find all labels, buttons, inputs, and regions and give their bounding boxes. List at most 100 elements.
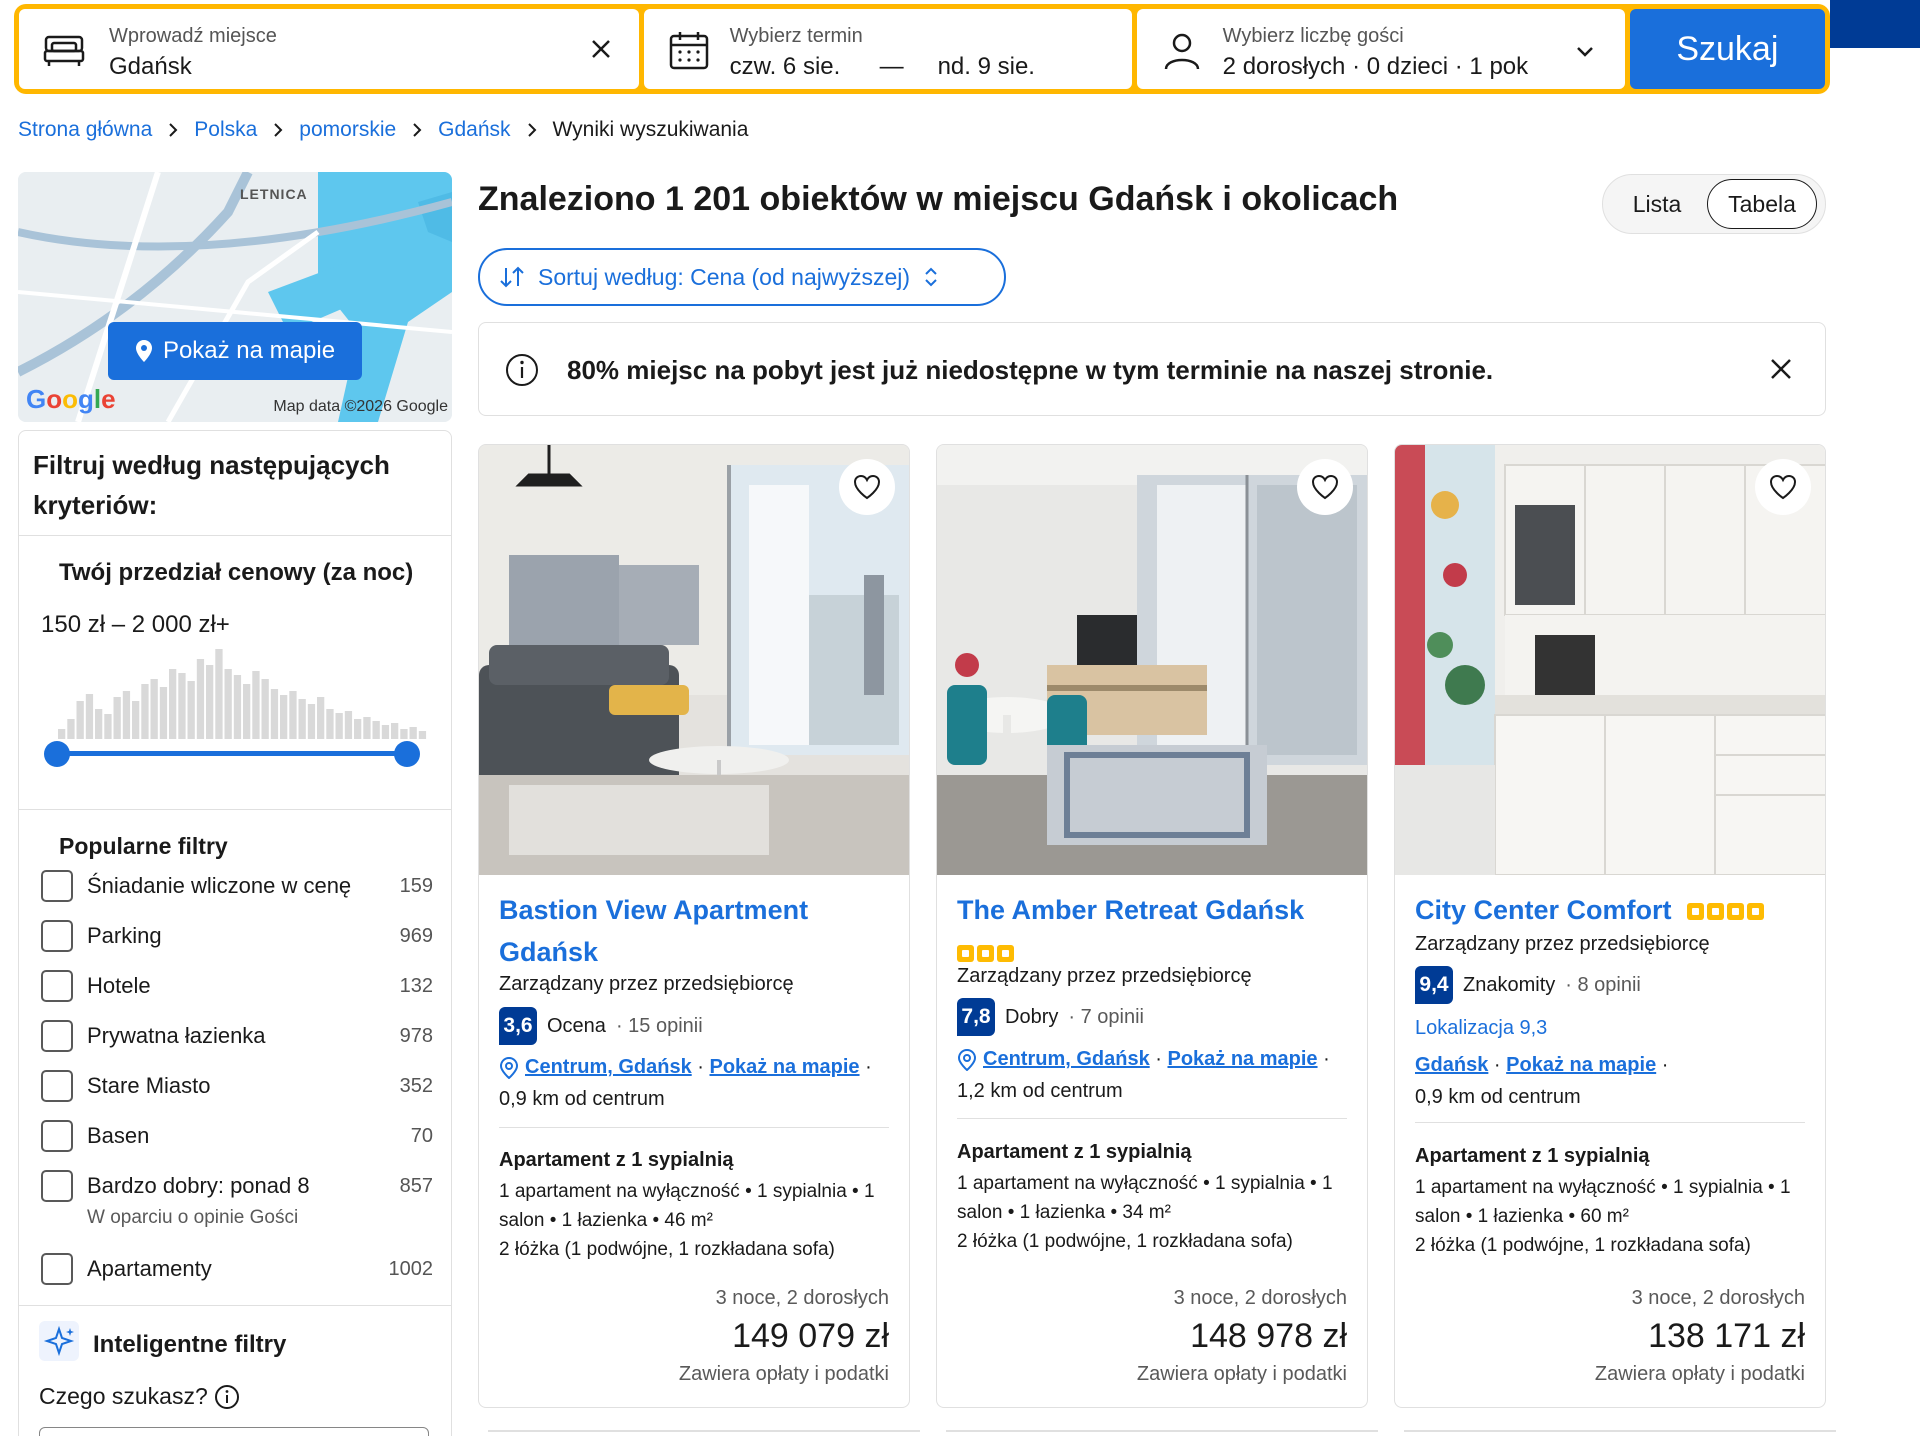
histogram-bar (76, 701, 84, 739)
checkbox[interactable] (41, 1170, 73, 1202)
breadcrumb: Strona główna Polska pomorskie Gdańsk Wy… (18, 118, 748, 142)
view-list-button[interactable]: Lista (1607, 179, 1707, 229)
location-link[interactable]: Gdańsk (1415, 1054, 1488, 1076)
view-table-button[interactable]: Tabela (1707, 179, 1817, 229)
property-card[interactable]: Bastion View Apartment Gdańsk Zarządzany… (478, 444, 910, 1408)
breadcrumb-country[interactable]: Polska (194, 118, 257, 142)
show-on-map-button[interactable]: Pokaż na mapie (108, 322, 362, 380)
checkbox[interactable] (41, 1070, 73, 1102)
bed-details: 2 łóżka (1 podwójne, 1 rozkładana sofa) (1415, 1235, 1751, 1256)
star-rating (1687, 903, 1765, 921)
breadcrumb-region[interactable]: pomorskie (299, 118, 396, 142)
review-count: · 7 opinii (1068, 1005, 1144, 1028)
guests-label: Wybierz liczbę gości (1222, 25, 1404, 47)
histogram-bar (141, 684, 149, 739)
stay-length: 3 noce, 2 dorosłych (1631, 1287, 1805, 1309)
checkbox[interactable] (41, 1253, 73, 1285)
star-rating (957, 945, 1014, 963)
calendar-icon (669, 32, 708, 70)
smart-filter-input[interactable] (39, 1427, 429, 1436)
destination-value[interactable]: Gdańsk (109, 53, 192, 81)
favorite-button[interactable] (839, 459, 895, 515)
histogram-bar (206, 665, 214, 739)
room-type: Apartament z 1 sypialnią (957, 1141, 1192, 1163)
bed-icon (43, 35, 85, 66)
filter-option[interactable]: Apartamenty 1002 (41, 1249, 433, 1289)
favorite-button[interactable] (1755, 459, 1811, 515)
sort-label: Sortuj według: Cena (od najwyższej) (538, 263, 911, 290)
histogram-bar (363, 717, 371, 739)
review-word: Znakomity (1463, 973, 1556, 996)
price-histogram (58, 649, 427, 739)
show-on-map-link[interactable]: Pokaż na mapie (1506, 1054, 1656, 1076)
checkbox[interactable] (41, 870, 73, 902)
filter-label: Apartamenty (87, 1256, 212, 1281)
date-from[interactable]: czw. 6 sie. (730, 53, 841, 81)
show-on-map-link[interactable]: Pokaż na mapie (709, 1056, 859, 1078)
filter-option[interactable]: Parking 969 (41, 916, 433, 956)
checkbox[interactable] (41, 970, 73, 1002)
date-field[interactable]: Wybierz termin czw. 6 sie. — nd. 9 sie. (643, 9, 1132, 89)
property-title[interactable]: City Center Comfort (1415, 889, 1805, 931)
search-bar: Wprowadź miejsce Gdańsk Wybierz termin c… (14, 4, 1830, 94)
location-pin-icon (499, 1056, 519, 1079)
distance: 0,9 km od centrum (1415, 1086, 1581, 1108)
chevron-down-icon[interactable] (1573, 39, 1597, 63)
property-title[interactable]: Bastion View Apartment Gdańsk (499, 889, 889, 973)
filter-option[interactable]: Basen 70 (41, 1116, 433, 1156)
breadcrumb-home[interactable]: Strona główna (18, 118, 152, 142)
histogram-bar (178, 673, 186, 739)
heart-icon (853, 474, 881, 500)
price: 149 079 zł (732, 1317, 889, 1355)
sort-button[interactable]: Sortuj według: Cena (od najwyższej) (478, 248, 1006, 306)
price-slider-track[interactable] (57, 751, 409, 756)
divider (19, 809, 451, 810)
smart-filters-question: Czego szukasz? (39, 1383, 240, 1410)
histogram-bar (326, 709, 334, 739)
location-line: Centrum, Gdańsk · Pokaż na mapie · 1,2 k… (957, 1048, 1330, 1102)
map-thumbnail[interactable]: LETNICA Pokaż na mapie Google Map data ©… (18, 172, 452, 422)
clear-icon[interactable] (587, 35, 615, 63)
filter-count: 857 (399, 1174, 433, 1197)
destination-field[interactable]: Wprowadź miejsce Gdańsk (19, 9, 639, 89)
close-icon[interactable] (1767, 355, 1795, 383)
date-to[interactable]: nd. 9 sie. (938, 53, 1035, 81)
price-slider-min-handle[interactable] (44, 741, 70, 767)
filter-option[interactable]: Bardzo dobry: ponad 8 857 (41, 1166, 433, 1206)
review-count: · 8 opinii (1565, 973, 1641, 996)
location-link[interactable]: Centrum, Gdańsk (983, 1048, 1150, 1070)
guests-field[interactable]: Wybierz liczbę gości 2 dorosłych · 0 dzi… (1136, 9, 1625, 89)
histogram-bar (400, 729, 408, 739)
show-on-map-link[interactable]: Pokaż na mapie (1167, 1048, 1317, 1070)
checkbox[interactable] (41, 920, 73, 952)
filter-option[interactable]: Hotele 132 (41, 966, 433, 1006)
property-photo[interactable] (479, 445, 910, 875)
checkbox[interactable] (41, 1120, 73, 1152)
info-icon[interactable] (214, 1384, 240, 1410)
distance: 1,2 km od centrum (957, 1080, 1123, 1102)
location-link[interactable]: Centrum, Gdańsk (525, 1056, 692, 1078)
map-pin-icon (135, 340, 152, 362)
breadcrumb-city[interactable]: Gdańsk (438, 118, 510, 142)
checkbox[interactable] (41, 1020, 73, 1052)
filter-option[interactable]: Śniadanie wliczone w cenę 159 (41, 866, 433, 906)
filter-option[interactable]: Prywatna łazienka 978 (41, 1016, 433, 1056)
property-photo[interactable] (1395, 445, 1826, 875)
google-logo: Google (26, 384, 116, 414)
chevron-right-icon (274, 123, 283, 137)
price-slider-max-handle[interactable] (394, 741, 420, 767)
favorite-button[interactable] (1297, 459, 1353, 515)
divider (1415, 1122, 1805, 1123)
price: 148 978 zł (1190, 1317, 1347, 1355)
price-range-value: 150 zł – 2 000 zł+ (41, 611, 230, 638)
filter-label: Prywatna łazienka (87, 1023, 266, 1048)
property-card[interactable]: City Center Comfort Zarządzany przez prz… (1394, 444, 1826, 1408)
property-card[interactable]: The Amber Retreat Gdańsk Zarządzany prze… (936, 444, 1368, 1408)
filter-option[interactable]: Stare Miasto 352 (41, 1066, 433, 1106)
property-title[interactable]: The Amber Retreat Gdańsk (957, 889, 1347, 973)
histogram-bar (270, 689, 279, 739)
search-button[interactable]: Szukaj (1629, 9, 1825, 89)
guests-value[interactable]: 2 dorosłych · 0 dzieci · 1 pok (1223, 53, 1528, 81)
histogram-bar (252, 671, 260, 739)
property-photo[interactable] (937, 445, 1368, 875)
